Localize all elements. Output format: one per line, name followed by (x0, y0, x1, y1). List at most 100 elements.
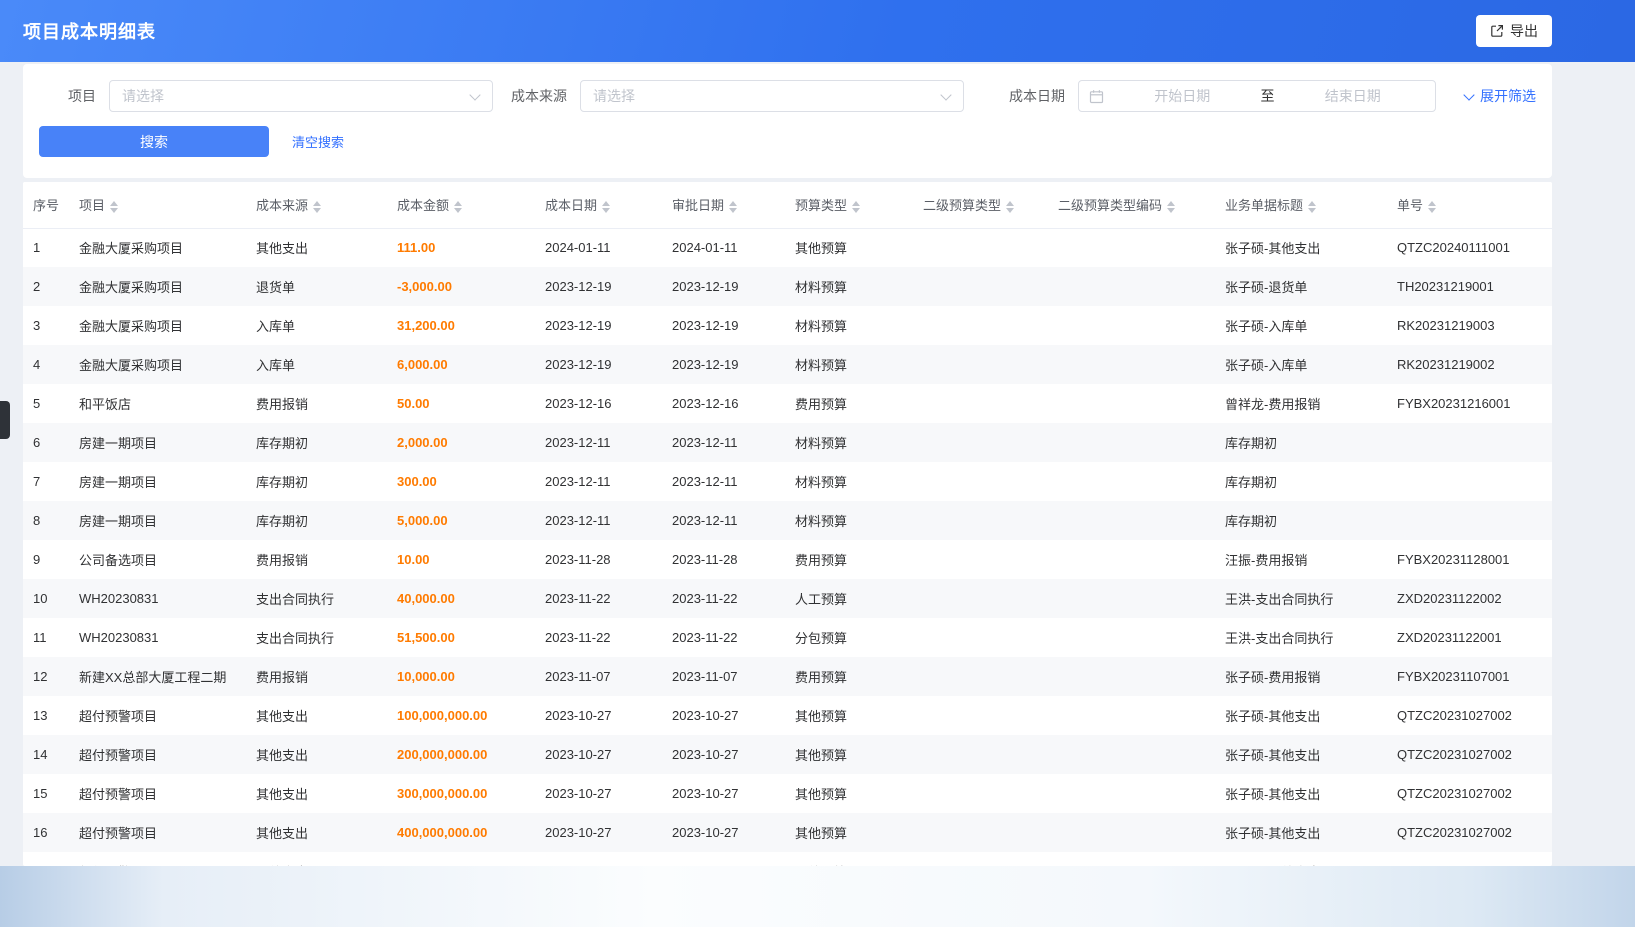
cost-source-select[interactable]: 请选择 (580, 80, 964, 112)
cell-index: 1 (23, 228, 69, 267)
column-header-amount[interactable]: 成本金额 (387, 182, 535, 228)
cell-approve_date: 2023-10-27 (662, 735, 785, 774)
cell-doc_no: TH20231219001 (1387, 267, 1552, 306)
cost-source-filter-label: 成本来源 (511, 86, 567, 106)
column-header-index[interactable]: 序号 (23, 182, 69, 228)
sort-icon[interactable] (313, 201, 321, 213)
sort-icon[interactable] (1167, 201, 1175, 213)
cell-approve_date: 2023-12-11 (662, 423, 785, 462)
table-row[interactable]: 11WH20230831支出合同执行51,500.002023-11-22202… (23, 618, 1552, 657)
table-row[interactable]: 4金融大厦采购项目入库单6,000.002023-12-192023-12-19… (23, 345, 1552, 384)
clear-search-link[interactable]: 清空搜索 (292, 132, 344, 151)
page-title: 项目成本明细表 (23, 18, 1476, 44)
table-row[interactable]: 2金融大厦采购项目退货单-3,000.002023-12-192023-12-1… (23, 267, 1552, 306)
sort-icon[interactable] (454, 201, 462, 213)
table-row[interactable]: 7房建一期项目库存期初300.002023-12-112023-12-11材料预… (23, 462, 1552, 501)
cell-source: 其他支出 (246, 735, 387, 774)
table-row[interactable]: 9公司备选项目费用报销10.002023-11-282023-11-28费用预算… (23, 540, 1552, 579)
cell-amount: 50.00 (387, 384, 535, 423)
cell-cost_date: 2023-12-19 (535, 267, 662, 306)
cell-sub_budget_type (913, 345, 1048, 384)
column-header-doc_no[interactable]: 单号 (1387, 182, 1552, 228)
table-row[interactable]: 14超付预警项目其他支出200,000,000.002023-10-272023… (23, 735, 1552, 774)
cell-source: 其他支出 (246, 813, 387, 852)
sort-icon[interactable] (1308, 201, 1316, 213)
cell-project: 超付预警项目 (69, 696, 246, 735)
cell-amount: 300,000,000.00 (387, 774, 535, 813)
cell-index: 13 (23, 696, 69, 735)
cell-source: 其他支出 (246, 228, 387, 267)
column-header-sub_budget_type[interactable]: 二级预算类型 (913, 182, 1048, 228)
cell-doc_no: QTZC20231027002 (1387, 774, 1552, 813)
column-header-approve_date[interactable]: 审批日期 (662, 182, 785, 228)
column-header-cost_date[interactable]: 成本日期 (535, 182, 662, 228)
sort-icon[interactable] (1006, 201, 1014, 213)
cell-source: 入库单 (246, 306, 387, 345)
cell-source: 其他支出 (246, 696, 387, 735)
cell-sub_budget_type (913, 579, 1048, 618)
cell-project: 房建一期项目 (69, 501, 246, 540)
sort-icon[interactable] (729, 201, 737, 213)
cell-cost_date: 2023-12-11 (535, 462, 662, 501)
cell-sub_budget_type (913, 306, 1048, 345)
cell-source: 费用报销 (246, 540, 387, 579)
column-header-budget_type[interactable]: 预算类型 (785, 182, 913, 228)
column-header-project[interactable]: 项目 (69, 182, 246, 228)
start-date-input[interactable] (1110, 88, 1255, 104)
search-button[interactable]: 搜索 (39, 126, 269, 157)
cell-source: 费用报销 (246, 657, 387, 696)
cell-budget_type: 费用预算 (785, 384, 913, 423)
cell-sub_budget_code (1048, 735, 1215, 774)
column-label: 预算类型 (795, 198, 847, 213)
end-date-input[interactable] (1281, 88, 1426, 104)
table-row[interactable]: 10WH20230831支出合同执行40,000.002023-11-22202… (23, 579, 1552, 618)
sort-icon[interactable] (602, 201, 610, 213)
column-label: 业务单据标题 (1225, 198, 1303, 213)
cell-cost_date: 2023-11-22 (535, 618, 662, 657)
column-header-source[interactable]: 成本来源 (246, 182, 387, 228)
cell-project: WH20230831 (69, 579, 246, 618)
cell-index: 16 (23, 813, 69, 852)
cell-approve_date: 2023-11-22 (662, 579, 785, 618)
sort-icon[interactable] (852, 201, 860, 213)
export-button[interactable]: 导出 (1476, 15, 1552, 47)
cell-cost_date: 2023-12-11 (535, 501, 662, 540)
cost-date-range-picker[interactable]: 至 (1078, 80, 1436, 112)
table-header-row: 序号项目成本来源成本金额 成本日期审批日期预算类型 二级预算类型二级预算类型编码业务… (23, 182, 1552, 228)
cell-budget_type: 费用预算 (785, 657, 913, 696)
side-drawer-handle[interactable] (0, 401, 10, 439)
cell-sub_budget_code (1048, 228, 1215, 267)
table-row[interactable]: 5和平饭店费用报销50.002023-12-162023-12-16费用预算曾祥… (23, 384, 1552, 423)
cell-approve_date: 2023-10-27 (662, 813, 785, 852)
cell-doc_title: 王洪-支出合同执行 (1215, 618, 1387, 657)
table-row[interactable]: 16超付预警项目其他支出400,000,000.002023-10-272023… (23, 813, 1552, 852)
filter-actions: 搜索 清空搜索 (39, 126, 1536, 157)
cell-doc_title: 张子硕-入库单 (1215, 345, 1387, 384)
chevron-down-icon (469, 89, 480, 100)
column-label: 单号 (1397, 198, 1423, 213)
table-row[interactable]: 3金融大厦采购项目入库单31,200.002023-12-192023-12-1… (23, 306, 1552, 345)
sort-icon[interactable] (110, 201, 118, 213)
table-row[interactable]: 13超付预警项目其他支出100,000,000.002023-10-272023… (23, 696, 1552, 735)
sort-icon[interactable] (1428, 201, 1436, 213)
column-header-doc_title[interactable]: 业务单据标题 (1215, 182, 1387, 228)
table-row[interactable]: 15超付预警项目其他支出300,000,000.002023-10-272023… (23, 774, 1552, 813)
cell-approve_date: 2023-11-22 (662, 618, 785, 657)
table-row[interactable]: 8房建一期项目库存期初5,000.002023-12-112023-12-11材… (23, 501, 1552, 540)
column-label: 成本金额 (397, 198, 449, 213)
table-row[interactable]: 6房建一期项目库存期初2,000.002023-12-112023-12-11材… (23, 423, 1552, 462)
cost-source-filter: 成本来源 请选择 (511, 80, 964, 112)
cell-project: 金融大厦采购项目 (69, 345, 246, 384)
table-row[interactable]: 12新建XX总部大厦工程二期费用报销10,000.002023-11-07202… (23, 657, 1552, 696)
cell-approve_date: 2023-12-11 (662, 462, 785, 501)
export-button-label: 导出 (1510, 21, 1538, 41)
table-row[interactable]: 17超付预警项目其他支出500,000,000.002023-10-272023… (23, 852, 1552, 866)
cell-source: 库存期初 (246, 501, 387, 540)
cell-index: 4 (23, 345, 69, 384)
cell-approve_date: 2023-11-28 (662, 540, 785, 579)
cell-cost_date: 2023-11-28 (535, 540, 662, 579)
column-header-sub_budget_code[interactable]: 二级预算类型编码 (1048, 182, 1215, 228)
project-select[interactable]: 请选择 (109, 80, 493, 112)
expand-filter-link[interactable]: 展开筛选 (1465, 86, 1536, 106)
table-row[interactable]: 1金融大厦采购项目其他支出111.002024-01-112024-01-11其… (23, 228, 1552, 267)
